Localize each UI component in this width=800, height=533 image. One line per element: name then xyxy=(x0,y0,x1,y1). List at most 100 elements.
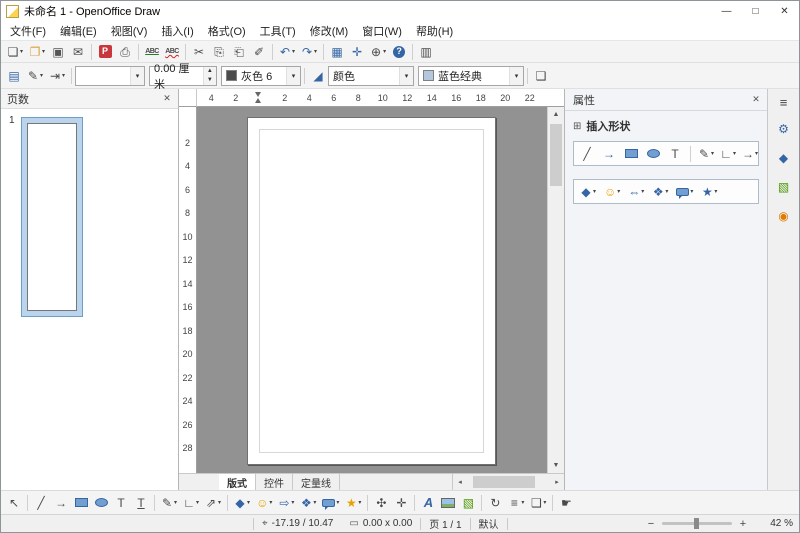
auto-spellcheck-button[interactable]: ABC xyxy=(162,42,182,62)
gallery-deck[interactable]: ▧ xyxy=(773,176,795,198)
rectangle-button[interactable] xyxy=(71,493,91,513)
menu-view[interactable]: 视图(V) xyxy=(104,21,155,40)
horizontal-scrollbar[interactable]: ◂ ▸ xyxy=(452,474,564,490)
menu-insert[interactable]: 插入(I) xyxy=(154,21,200,40)
helplines-button[interactable]: ✛ xyxy=(347,42,367,62)
maximize-button[interactable]: □ xyxy=(741,1,770,21)
tab-controls[interactable]: 控件 xyxy=(256,474,293,490)
combo-arrow-icon[interactable]: ▾ xyxy=(509,67,523,85)
save-button[interactable]: ▣ xyxy=(48,42,68,62)
menu-help[interactable]: 帮助(H) xyxy=(409,21,460,40)
arrow-style-button[interactable]: ⇥▾ xyxy=(46,66,68,86)
properties-deck[interactable]: ⚙ xyxy=(773,118,795,140)
zoom-out-button[interactable]: − xyxy=(645,518,657,530)
close-button[interactable]: ✕ xyxy=(770,1,799,21)
insert-basic-shapes-button[interactable]: ◆▾ xyxy=(577,182,599,202)
minimize-button[interactable]: — xyxy=(712,1,741,21)
insert-lines-arrows-button[interactable]: →▾ xyxy=(740,144,760,164)
shapes-deck[interactable]: ◆ xyxy=(773,147,795,169)
scroll-down-button[interactable]: ▼ xyxy=(548,458,564,473)
cut-button[interactable]: ✂ xyxy=(189,42,209,62)
curve-button[interactable]: ✎▾ xyxy=(158,493,180,513)
menu-edit[interactable]: 编辑(E) xyxy=(53,21,104,40)
insert-curve-button[interactable]: ✎▾ xyxy=(696,144,716,164)
insert-ellipse-button[interactable] xyxy=(643,144,663,164)
stars-button[interactable]: ★▾ xyxy=(342,493,364,513)
tab-dimension-lines[interactable]: 定量线 xyxy=(293,474,340,490)
gallery-button[interactable]: ▧ xyxy=(458,493,478,513)
ellipse-button[interactable] xyxy=(91,493,111,513)
glue-points-button[interactable]: ✛ xyxy=(391,493,411,513)
combo-arrow-icon[interactable]: ▾ xyxy=(286,67,300,85)
fontwork-button[interactable]: A xyxy=(418,493,438,513)
spin-up-icon[interactable]: ▲ xyxy=(204,67,216,76)
insert-line-button[interactable]: ╱ xyxy=(577,144,597,164)
tab-layout[interactable]: 版式 xyxy=(219,474,256,490)
help-button[interactable]: ? xyxy=(389,42,409,62)
rotate-button[interactable]: ↻ xyxy=(485,493,505,513)
symbol-shapes-button[interactable]: ☺▾ xyxy=(253,493,275,513)
line-style-select[interactable]: ▾ xyxy=(75,66,145,86)
status-page-style[interactable]: 默认 xyxy=(471,516,507,531)
pages-panel-close-button[interactable]: ✕ xyxy=(160,93,174,104)
open-document-button[interactable]: ❐▾ xyxy=(26,42,48,62)
print-button[interactable]: ⎙ xyxy=(115,42,135,62)
insert-arrow-button[interactable]: → xyxy=(599,144,619,164)
page-canvas[interactable] xyxy=(247,117,496,465)
menu-modify[interactable]: 修改(M) xyxy=(303,21,356,40)
fill-color-select[interactable]: 蓝色经典 ▾ xyxy=(418,66,524,86)
basic-shapes-button[interactable]: ◆▾ xyxy=(231,493,253,513)
line-dialog-button[interactable]: ✎▾ xyxy=(24,66,46,86)
fit-text-button[interactable]: T xyxy=(131,493,151,513)
menu-file[interactable]: 文件(F) xyxy=(3,21,53,40)
lines-and-arrows-button[interactable]: ⇗▾ xyxy=(202,493,224,513)
insert-connector-button[interactable]: ∟▾ xyxy=(718,144,738,164)
spellcheck-button[interactable]: ABC xyxy=(142,42,162,62)
insert-symbol-shapes-button[interactable]: ☺▾ xyxy=(601,182,623,202)
arrange-button[interactable]: ❑▾ xyxy=(527,493,549,513)
insert-stars-button[interactable]: ★▾ xyxy=(698,182,720,202)
vertical-scrollbar[interactable]: ▲ ▼ xyxy=(547,107,564,473)
from-file-button[interactable] xyxy=(438,493,458,513)
new-document-button[interactable]: ❏▾ xyxy=(4,42,26,62)
insert-shapes-section-header[interactable]: ⊞ 插入形状 xyxy=(565,111,767,138)
paste-button[interactable]: ⎗ xyxy=(229,42,249,62)
scroll-right-button[interactable]: ▸ xyxy=(550,474,564,489)
document-as-email-button[interactable]: ✉ xyxy=(68,42,88,62)
zoom-slider-thumb[interactable] xyxy=(694,518,699,529)
menu-format[interactable]: 格式(O) xyxy=(201,21,253,40)
spin-down-icon[interactable]: ▼ xyxy=(204,76,216,85)
line-width-spinner[interactable]: ▲▼ xyxy=(203,67,216,85)
sidebar-toggle-button[interactable]: ▥ xyxy=(416,42,436,62)
copy-button[interactable]: ⎘ xyxy=(209,42,229,62)
interaction-button[interactable]: ☛ xyxy=(556,493,576,513)
vertical-scroll-track[interactable] xyxy=(548,122,564,458)
edit-points-button[interactable]: ✣ xyxy=(371,493,391,513)
horizontal-scroll-track[interactable] xyxy=(467,474,550,490)
properties-panel-close-button[interactable]: ✕ xyxy=(749,94,763,105)
insert-callouts-button[interactable]: ▾ xyxy=(673,182,696,202)
scroll-left-button[interactable]: ◂ xyxy=(453,474,467,489)
combo-arrow-icon[interactable]: ▾ xyxy=(130,67,144,85)
area-style-select[interactable]: 颜色 ▾ xyxy=(328,66,414,86)
navigator-deck[interactable]: ◉ xyxy=(773,205,795,227)
line-width-input[interactable]: 0.00 厘米 ▲▼ xyxy=(149,66,217,86)
select-button[interactable]: ↖ xyxy=(4,493,24,513)
alignment-button[interactable]: ≡▾ xyxy=(505,493,527,513)
line-color-select[interactable]: 灰色 6 ▾ xyxy=(221,66,301,86)
zoom-slider[interactable] xyxy=(662,522,732,525)
insert-text-button[interactable]: T xyxy=(665,144,685,164)
vertical-scroll-thumb[interactable] xyxy=(550,124,562,186)
export-pdf-button[interactable]: P xyxy=(95,42,115,62)
text-button[interactable]: T xyxy=(111,493,131,513)
flowchart-button[interactable]: ❖▾ xyxy=(297,493,319,513)
zoom-in-button[interactable]: + xyxy=(737,518,749,530)
drawing-area[interactable] xyxy=(197,107,547,473)
arrow-line-button[interactable]: → xyxy=(51,493,71,513)
horizontal-scroll-thumb[interactable] xyxy=(473,476,535,488)
undo-button[interactable]: ↶▾ xyxy=(276,42,298,62)
zoom-level-value[interactable]: 42 % xyxy=(755,518,793,529)
shadow-button[interactable]: ❑ xyxy=(531,66,551,86)
insert-block-arrows-button[interactable]: ⇔▾ xyxy=(625,182,647,202)
area-dialog-button[interactable]: ◢ xyxy=(308,66,328,86)
